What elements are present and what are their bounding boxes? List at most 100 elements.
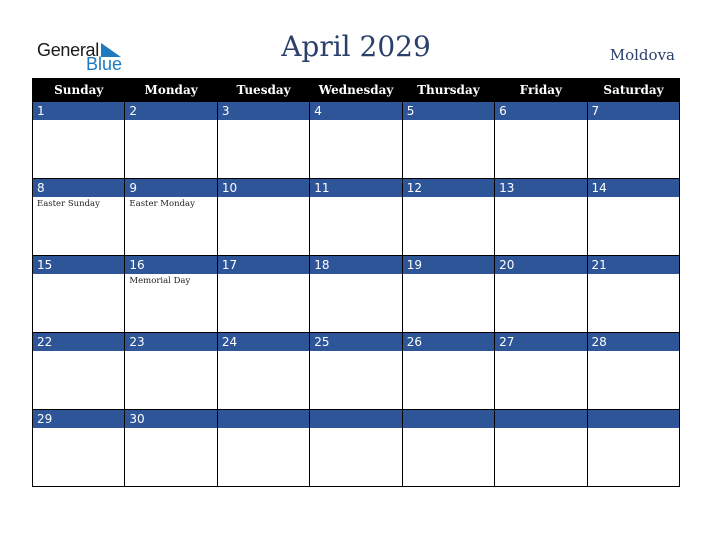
holiday-label — [495, 428, 586, 430]
holiday-label — [125, 428, 216, 430]
holiday-label — [588, 274, 679, 276]
weekday-header: Thursday — [401, 78, 495, 102]
day-number: 18 — [310, 256, 402, 274]
day-cell[interactable]: 7 — [586, 101, 681, 179]
day-number: 27 — [495, 333, 587, 351]
holiday-label — [403, 351, 494, 353]
day-number: 15 — [33, 256, 125, 274]
day-cell[interactable] — [309, 409, 403, 487]
day-number — [217, 410, 310, 428]
day-cell[interactable]: 30 — [124, 409, 218, 487]
holiday-label — [218, 197, 309, 199]
holiday-label: Easter Sunday — [37, 199, 100, 209]
holiday-label — [310, 120, 401, 122]
day-cell[interactable]: 8 Easter Sunday — [31, 178, 126, 256]
day-cell[interactable] — [586, 409, 681, 487]
day-number — [402, 410, 495, 428]
day-cell[interactable]: 3 — [216, 101, 311, 179]
holiday-label — [403, 120, 494, 122]
month-title: April 2029 — [281, 30, 431, 63]
day-cell[interactable]: 10 — [216, 178, 311, 256]
day-cell[interactable]: 1 — [31, 101, 126, 179]
day-cell[interactable]: 19 — [401, 255, 496, 333]
day-number: 21 — [587, 256, 679, 274]
day-cell[interactable]: 26 — [401, 332, 496, 410]
day-number: 25 — [310, 333, 402, 351]
day-number: 30 — [125, 410, 217, 428]
holiday-label — [310, 428, 401, 430]
day-cell[interactable] — [401, 409, 496, 487]
day-cell[interactable]: 11 — [309, 178, 403, 256]
day-number — [587, 410, 679, 428]
day-number: 28 — [587, 333, 679, 351]
holiday-label — [588, 428, 679, 430]
country-label: Moldova — [609, 46, 675, 64]
day-number: 23 — [125, 333, 217, 351]
day-cell[interactable]: 22 — [31, 332, 126, 410]
day-number: 7 — [587, 102, 679, 120]
weekday-header-row: Sunday Monday Tuesday Wednesday Thursday… — [31, 78, 680, 102]
day-cell[interactable]: 15 — [31, 255, 126, 333]
day-number: 3 — [217, 102, 310, 120]
day-number: 2 — [125, 102, 217, 120]
holiday-label — [403, 274, 494, 276]
day-cell[interactable]: 21 — [586, 255, 681, 333]
day-number: 11 — [310, 179, 402, 197]
day-number: 1 — [33, 102, 125, 120]
day-cell[interactable]: 18 — [309, 255, 403, 333]
holiday-label — [495, 274, 586, 276]
holiday-label — [218, 120, 309, 122]
day-cell[interactable]: 5 — [401, 101, 496, 179]
day-cell[interactable]: 17 — [216, 255, 311, 333]
holiday-label: Easter Monday — [129, 199, 195, 209]
day-cell[interactable]: 28 — [586, 332, 681, 410]
day-cell[interactable]: 12 — [401, 178, 496, 256]
day-cell[interactable]: 4 — [309, 101, 403, 179]
day-number: 26 — [402, 333, 495, 351]
day-cell[interactable]: 14 — [586, 178, 681, 256]
holiday-label — [495, 351, 586, 353]
day-cell[interactable]: 23 — [124, 332, 218, 410]
holiday-label — [588, 351, 679, 353]
holiday-label — [125, 351, 216, 353]
day-number: 20 — [495, 256, 587, 274]
weekday-header: Saturday — [586, 78, 680, 102]
day-cell[interactable]: 24 — [216, 332, 311, 410]
day-number: 19 — [402, 256, 495, 274]
holiday-label — [218, 351, 309, 353]
day-number: 24 — [217, 333, 310, 351]
holiday-label — [218, 428, 309, 430]
day-cell[interactable]: 16 Memorial Day — [124, 255, 218, 333]
weekday-header: Friday — [494, 78, 588, 102]
weekday-header: Tuesday — [216, 78, 310, 102]
day-cell[interactable]: 2 — [124, 101, 218, 179]
day-cell[interactable] — [494, 409, 588, 487]
day-cell[interactable]: 29 — [31, 409, 126, 487]
holiday-label — [310, 351, 401, 353]
day-cell[interactable] — [216, 409, 311, 487]
day-number: 29 — [33, 410, 125, 428]
day-cell[interactable]: 9 Easter Monday — [124, 178, 218, 256]
holiday-label — [218, 274, 309, 276]
day-cell[interactable]: 20 — [494, 255, 588, 333]
day-cell[interactable]: 13 — [494, 178, 588, 256]
holiday-label — [310, 274, 401, 276]
week-row: 8 Easter Sunday 9 Easter Monday 10 11 12 13 14 — [31, 178, 681, 256]
holiday-label — [33, 428, 124, 430]
day-number: 8 — [33, 179, 125, 197]
week-row: 29 30 — [31, 409, 681, 487]
day-cell[interactable]: 25 — [309, 332, 403, 410]
day-number: 9 — [125, 179, 217, 197]
day-cell[interactable]: 27 — [494, 332, 588, 410]
holiday-label — [588, 197, 679, 199]
day-cell[interactable]: 6 — [494, 101, 588, 179]
holiday-label: Memorial Day — [129, 276, 191, 286]
day-number: 13 — [495, 179, 587, 197]
day-number: 22 — [33, 333, 125, 351]
day-number: 17 — [217, 256, 310, 274]
holiday-label — [495, 197, 586, 199]
day-number: 10 — [217, 179, 310, 197]
day-number: 6 — [495, 102, 587, 120]
holiday-label — [403, 197, 494, 199]
day-number: 16 — [125, 256, 217, 274]
